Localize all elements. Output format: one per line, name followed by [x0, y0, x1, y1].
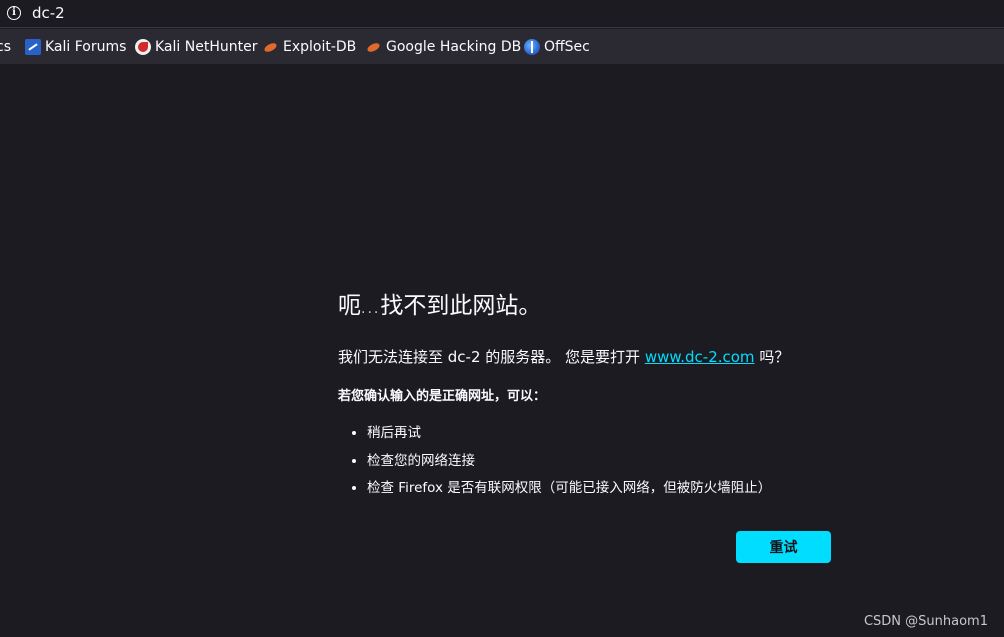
- info-icon[interactable]: i: [7, 6, 21, 20]
- bookmarks-toolbar: cs Kali Forums Kali NetHunter Exploit-DB…: [0, 29, 1004, 65]
- bookmark-label: Kali Forums: [45, 39, 127, 55]
- error-description: 我们无法连接至 dc-2 的服务器。 您是要打开 www.dc-2.com 吗？: [338, 347, 838, 367]
- suggestion-item: 检查 Firefox 是否有联网权限（可能已接入网络，但被防火墙阻止）: [367, 475, 838, 503]
- bookmark-exploit-db[interactable]: Exploit-DB: [263, 29, 357, 64]
- kali-icon: [25, 39, 41, 55]
- error-page: 呃...找不到此网站。 我们无法连接至 dc-2 的服务器。 您是要打开 www…: [338, 290, 838, 503]
- bookmark-offsec[interactable]: OffSec: [524, 29, 590, 64]
- bookmark-google-hacking-db[interactable]: Google Hacking DB: [366, 29, 522, 64]
- url-text[interactable]: dc-2: [32, 4, 65, 22]
- error-title-dots: ...: [361, 301, 381, 317]
- bookmark-label: Google Hacking DB: [386, 39, 522, 55]
- bookmark-kali-nethunter[interactable]: Kali NetHunter: [135, 29, 258, 64]
- error-desc-prefix: 我们无法连接至 dc-2 的服务器。 您是要打开: [338, 348, 645, 366]
- exploitdb-icon: [366, 39, 382, 55]
- error-hint: 若您确认输入的是正确网址，可以：: [338, 389, 547, 404]
- bookmark-label: Kali NetHunter: [155, 39, 258, 55]
- offsec-icon: [524, 39, 540, 55]
- bookmark-label: Exploit-DB: [283, 39, 357, 55]
- retry-button[interactable]: 重试: [736, 531, 831, 563]
- bookmark-partial[interactable]: cs: [0, 29, 11, 64]
- error-title-suffix: 找不到此网站。: [380, 293, 542, 319]
- exploitdb-icon: [263, 39, 279, 55]
- suggestion-item: 稍后再试: [367, 420, 838, 448]
- url-bar[interactable]: i dc-2: [0, 0, 1004, 28]
- error-title: 呃...找不到此网站。: [338, 290, 838, 325]
- error-title-prefix: 呃: [338, 293, 361, 319]
- watermark: CSDN @Sunhaom1: [863, 614, 988, 629]
- bookmark-label: cs: [0, 39, 11, 55]
- suggestion-item: 检查您的网络连接: [367, 448, 838, 476]
- error-desc-suffix: 吗？: [754, 348, 790, 366]
- suggested-url-link[interactable]: www.dc-2.com: [645, 348, 755, 366]
- nethunter-icon: [135, 39, 151, 55]
- suggestion-list: 稍后再试 检查您的网络连接 检查 Firefox 是否有联网权限（可能已接入网络…: [338, 420, 838, 503]
- bookmark-label: OffSec: [544, 39, 590, 55]
- bookmark-kali-forums[interactable]: Kali Forums: [25, 29, 127, 64]
